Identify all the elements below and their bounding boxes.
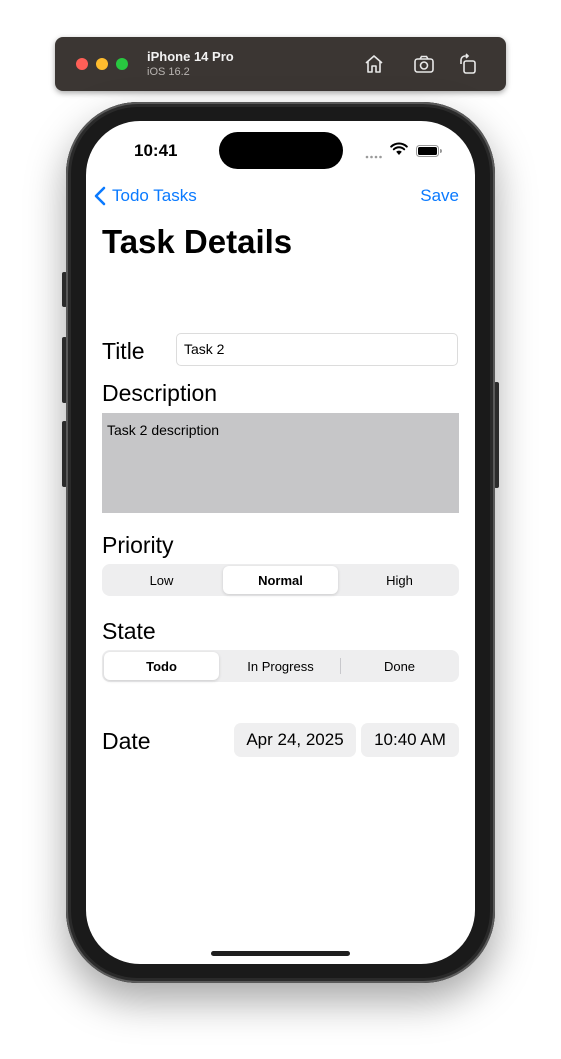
- priority-option-low[interactable]: Low: [104, 566, 219, 594]
- back-button[interactable]: Todo Tasks: [94, 186, 197, 206]
- date-picker-button[interactable]: Apr 24, 2025: [234, 723, 356, 757]
- simulator-os-version: iOS 16.2: [147, 66, 190, 78]
- battery-icon: [416, 144, 443, 162]
- priority-option-high[interactable]: High: [342, 566, 457, 594]
- simulator-title-bar: iPhone 14 Pro iOS 16.2: [55, 37, 506, 91]
- page-title: Task Details: [102, 223, 293, 260]
- home-icon[interactable]: [362, 52, 386, 76]
- simulator-device-name: iPhone 14 Pro: [147, 49, 234, 64]
- rotate-icon[interactable]: [456, 52, 480, 76]
- priority-option-normal[interactable]: Normal: [223, 566, 338, 594]
- wifi-icon: [390, 142, 408, 161]
- cellular-signal-icon: [365, 147, 385, 165]
- segment-divider: [340, 658, 341, 674]
- date-label: Date: [102, 728, 151, 754]
- zoom-window-button[interactable]: [116, 58, 128, 70]
- state-option-in-progress[interactable]: In Progress: [223, 652, 338, 680]
- priority-segmented-control: Low Normal High: [102, 564, 459, 596]
- save-button[interactable]: Save: [420, 186, 459, 206]
- time-picker-button[interactable]: 10:40 AM: [361, 723, 459, 757]
- chevron-left-icon: [94, 186, 106, 206]
- phone-screen: 10:41 Todo Tasks Save Task Details Title…: [86, 121, 475, 964]
- screenshot-icon[interactable]: [412, 52, 436, 76]
- state-option-todo[interactable]: Todo: [104, 652, 219, 680]
- state-label: State: [102, 618, 156, 644]
- back-button-label: Todo Tasks: [112, 186, 197, 205]
- state-option-done[interactable]: Done: [342, 652, 457, 680]
- description-textarea[interactable]: Task 2 description: [102, 413, 459, 513]
- status-time: 10:41: [134, 141, 178, 160]
- minimize-window-button[interactable]: [96, 58, 108, 70]
- title-input[interactable]: Task 2: [176, 333, 458, 366]
- description-label: Description: [102, 380, 218, 406]
- title-label: Title: [102, 338, 145, 364]
- state-segmented-control: Todo In Progress Done: [102, 650, 459, 682]
- home-indicator[interactable]: [211, 951, 350, 956]
- dynamic-island: [219, 132, 343, 169]
- priority-label: Priority: [102, 532, 174, 558]
- close-window-button[interactable]: [76, 58, 88, 70]
